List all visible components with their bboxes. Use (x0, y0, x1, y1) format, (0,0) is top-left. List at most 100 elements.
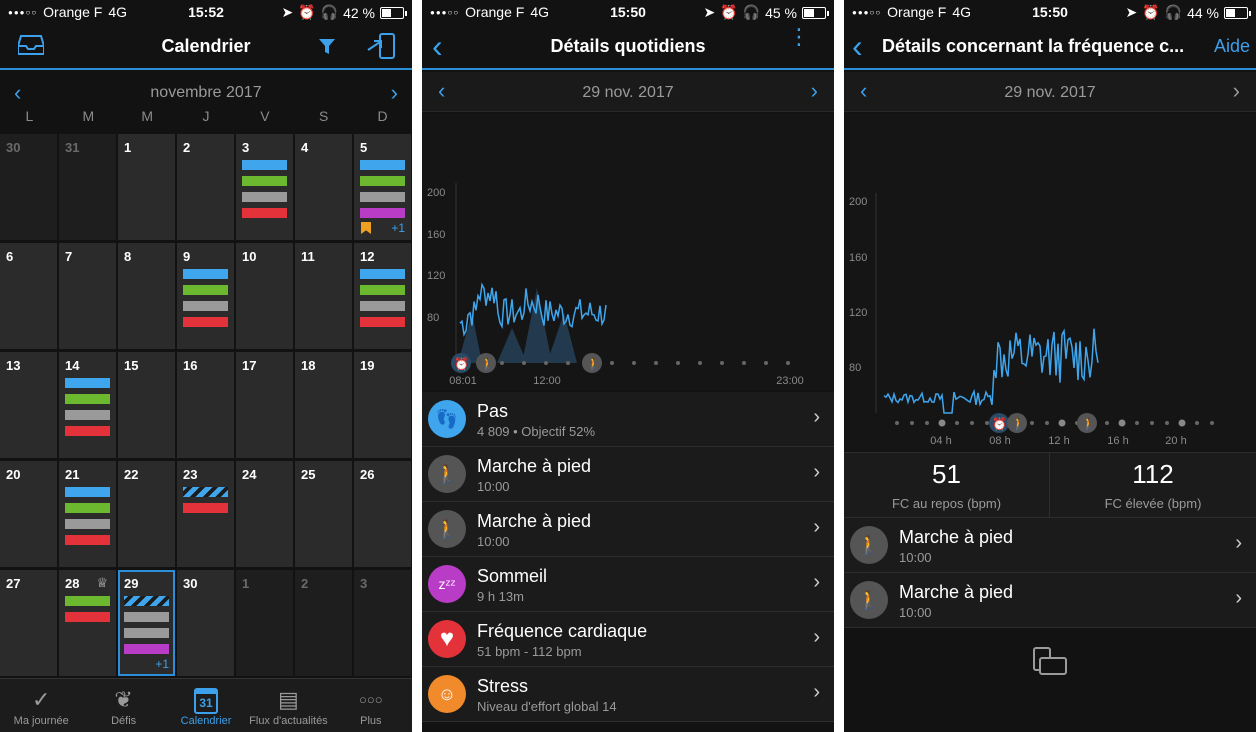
calendar-day[interactable]: 20 (0, 461, 57, 567)
high-hr-stat: 112 FC élevée (bpm) (1050, 453, 1256, 519)
day-number: 20 (6, 467, 21, 482)
rotate-device-icon[interactable] (1032, 646, 1068, 678)
list-item[interactable]: 🚶 Marche à pied 10:00 › (844, 573, 1256, 628)
calendar-day[interactable]: 23 (177, 461, 234, 567)
item-title: Marche à pied (899, 527, 1014, 547)
calendar-day[interactable]: 3 (354, 570, 411, 676)
calendar-day[interactable]: 10 (236, 243, 293, 349)
sleep-icon: zᶻᶻ (428, 565, 466, 603)
calendar-day[interactable]: 24 (236, 461, 293, 567)
location-icon: ➤ (1125, 4, 1138, 20)
calendar-day[interactable]: 31 (59, 134, 116, 240)
activity-bar-blue (65, 487, 110, 497)
activity-bar-red (65, 612, 110, 622)
day-number: 29 (124, 576, 139, 591)
calendar-day[interactable]: 4 (295, 134, 352, 240)
calendar-day[interactable]: 2 (295, 570, 352, 676)
activity-bar-purple (360, 208, 405, 218)
timeline-dot (786, 361, 790, 365)
calendar-day[interactable]: 3 (236, 134, 293, 240)
calendar-day[interactable]: 30 (0, 134, 57, 240)
calendar-day[interactable]: 13 (0, 352, 57, 458)
tab-laurel[interactable]: ❦ Défis (82, 679, 164, 732)
calendar-day[interactable]: 15 (118, 352, 175, 458)
activity-bar-green (360, 285, 405, 295)
calendar-day[interactable]: 1 (236, 570, 293, 676)
tab-news[interactable]: ▤ Flux d'actualités (247, 679, 329, 732)
calendar-day[interactable]: 25 (295, 461, 352, 567)
activity-bar-blue (360, 160, 405, 170)
more-options-icon[interactable]: ⋮ (788, 26, 810, 48)
calendar-day[interactable]: 22 (118, 461, 175, 567)
more-icon: ○○○ (359, 692, 383, 707)
tab-label: Défis (111, 715, 137, 727)
heart-rate-chart-svg: 200 160 120 80 ⏰ 🚶 🚶 04 h 08 h 12 h 16 h 20 h (849, 193, 1214, 447)
list-item[interactable]: 👣 Pas 4 809 • Objectif 52% › (422, 392, 834, 447)
resting-hr-value: 51 (932, 459, 961, 489)
list-item[interactable]: zᶻᶻ Sommeil 9 h 13m › (422, 557, 834, 612)
date-label: 29 nov. 2017 (582, 84, 674, 101)
next-day-button[interactable]: › (811, 78, 818, 104)
calendar-day[interactable]: 30 (177, 570, 234, 676)
list-item[interactable]: ☺ Stress Niveau d'effort global 14 › (422, 667, 834, 722)
tab-check[interactable]: ✓ Ma journée (0, 679, 82, 732)
calendar-day[interactable]: 1 (118, 134, 175, 240)
walk-marker-glyph: 🚶 (586, 357, 601, 371)
activity-bar-red (360, 317, 405, 327)
calendar-day[interactable]: 12 (354, 243, 411, 349)
x-tick-label: 04 h (930, 435, 951, 447)
timeline-dot (1178, 419, 1186, 427)
timeline-dot (1105, 421, 1109, 425)
calendar-day[interactable]: 21 (59, 461, 116, 567)
list-item[interactable]: ♥ Fréquence cardiaque 51 bpm - 112 bpm › (422, 612, 834, 667)
calendar-screen: ●●●○○ Orange F 4G 15:52 ➤ ⏰ 🎧 42 % Calendrier… (0, 0, 412, 732)
back-button[interactable]: ‹ (852, 28, 863, 65)
calendar-day[interactable]: 26 (354, 461, 411, 567)
timeline-dot (925, 421, 929, 425)
calendar-day[interactable]: 18 (295, 352, 352, 458)
activity-bar-blue (360, 269, 405, 279)
list-item[interactable]: 🚶 Marche à pied 10:00 › (844, 518, 1256, 573)
calendar-day[interactable]: 19 (354, 352, 411, 458)
calendar-day[interactable]: 7 (59, 243, 116, 349)
news-icon: ▤ (278, 687, 299, 712)
calendar-day[interactable]: 27 (0, 570, 57, 676)
calendar-day[interactable]: 28 ♕ (59, 570, 116, 676)
item-subtitle: 51 bpm - 112 bpm (477, 644, 582, 659)
timeline-dot (544, 361, 548, 365)
tab-label: Calendrier (180, 715, 232, 727)
y-tick-label: 160 (849, 252, 867, 264)
calendar-day[interactable]: 9 (177, 243, 234, 349)
calendar-day[interactable]: 16 (177, 352, 234, 458)
calendar-day[interactable]: 29 +1 (118, 570, 175, 676)
next-month-button[interactable]: › (391, 80, 398, 106)
calendar-day[interactable]: 14 (59, 352, 116, 458)
calendar-day[interactable]: 2 (177, 134, 234, 240)
list-item[interactable]: 🚶 Marche à pied 10:00 › (422, 502, 834, 557)
activity-bar-gray (124, 612, 169, 622)
timeline-dot (1058, 419, 1066, 427)
activity-bar-red (242, 208, 287, 218)
list-item[interactable]: 🚶 Marche à pied 10:00 › (422, 447, 834, 502)
export-icon[interactable] (366, 32, 396, 60)
tab-calendar[interactable]: 31 Calendrier (165, 679, 247, 732)
activity-bar-red (183, 503, 228, 513)
calendar-day[interactable]: 8 (118, 243, 175, 349)
calendar-day[interactable]: 6 (0, 243, 57, 349)
chevron-right-icon: › (1235, 532, 1242, 554)
calendar-day[interactable]: 5 +1 (354, 134, 411, 240)
headphones-icon: 🎧 (320, 4, 339, 20)
help-link[interactable]: Aide (1214, 36, 1250, 57)
headphones-icon: 🎧 (1164, 4, 1183, 20)
calendar-day[interactable]: 11 (295, 243, 352, 349)
next-day-button[interactable]: › (1233, 78, 1240, 104)
heart-rate-line (883, 328, 1099, 414)
filter-icon[interactable] (318, 38, 336, 56)
day-number: 9 (183, 249, 191, 264)
calendar-day[interactable]: 17 (236, 352, 293, 458)
tab-more[interactable]: ○○○ Plus (330, 679, 412, 732)
day-number: 3 (360, 576, 368, 591)
y-tick-label: 80 (849, 362, 861, 374)
alarm-icon: ⏰ (720, 4, 738, 20)
laurel-icon: ❦ (114, 687, 133, 712)
